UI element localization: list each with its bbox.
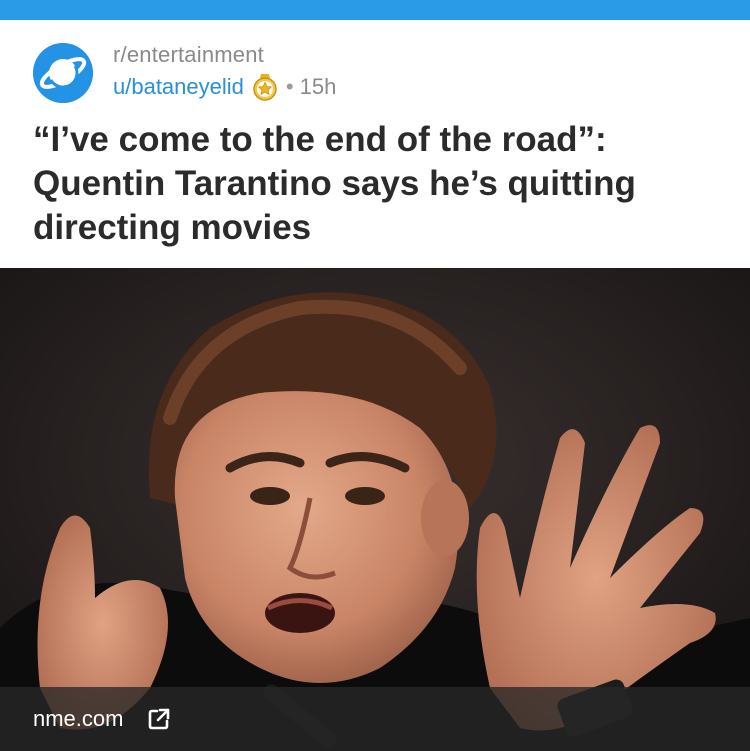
person-photo bbox=[0, 268, 750, 751]
post-meta: r/entertainment u/bataneyelid • 15h bbox=[113, 42, 336, 102]
external-link-icon[interactable] bbox=[147, 707, 171, 731]
author-username[interactable]: u/bataneyelid bbox=[113, 74, 244, 100]
link-preview-image[interactable]: nme.com bbox=[0, 268, 750, 751]
link-domain[interactable]: nme.com bbox=[33, 706, 123, 732]
planet-logo-icon bbox=[33, 43, 93, 103]
post-header: r/entertainment u/bataneyelid • 15h “I’v… bbox=[0, 20, 750, 265]
author-line: u/bataneyelid • 15h bbox=[113, 72, 336, 102]
star-award-icon[interactable] bbox=[250, 72, 280, 102]
subreddit-avatar[interactable] bbox=[33, 43, 93, 103]
post-timestamp: 15h bbox=[299, 74, 337, 99]
post-title[interactable]: “I’ve come to the end of the road”: Quen… bbox=[33, 118, 723, 250]
link-domain-bar[interactable]: nme.com bbox=[0, 687, 750, 751]
meta-separator: • bbox=[285, 74, 294, 99]
subreddit-name[interactable]: r/entertainment bbox=[113, 42, 336, 68]
top-accent-bar bbox=[0, 0, 750, 20]
